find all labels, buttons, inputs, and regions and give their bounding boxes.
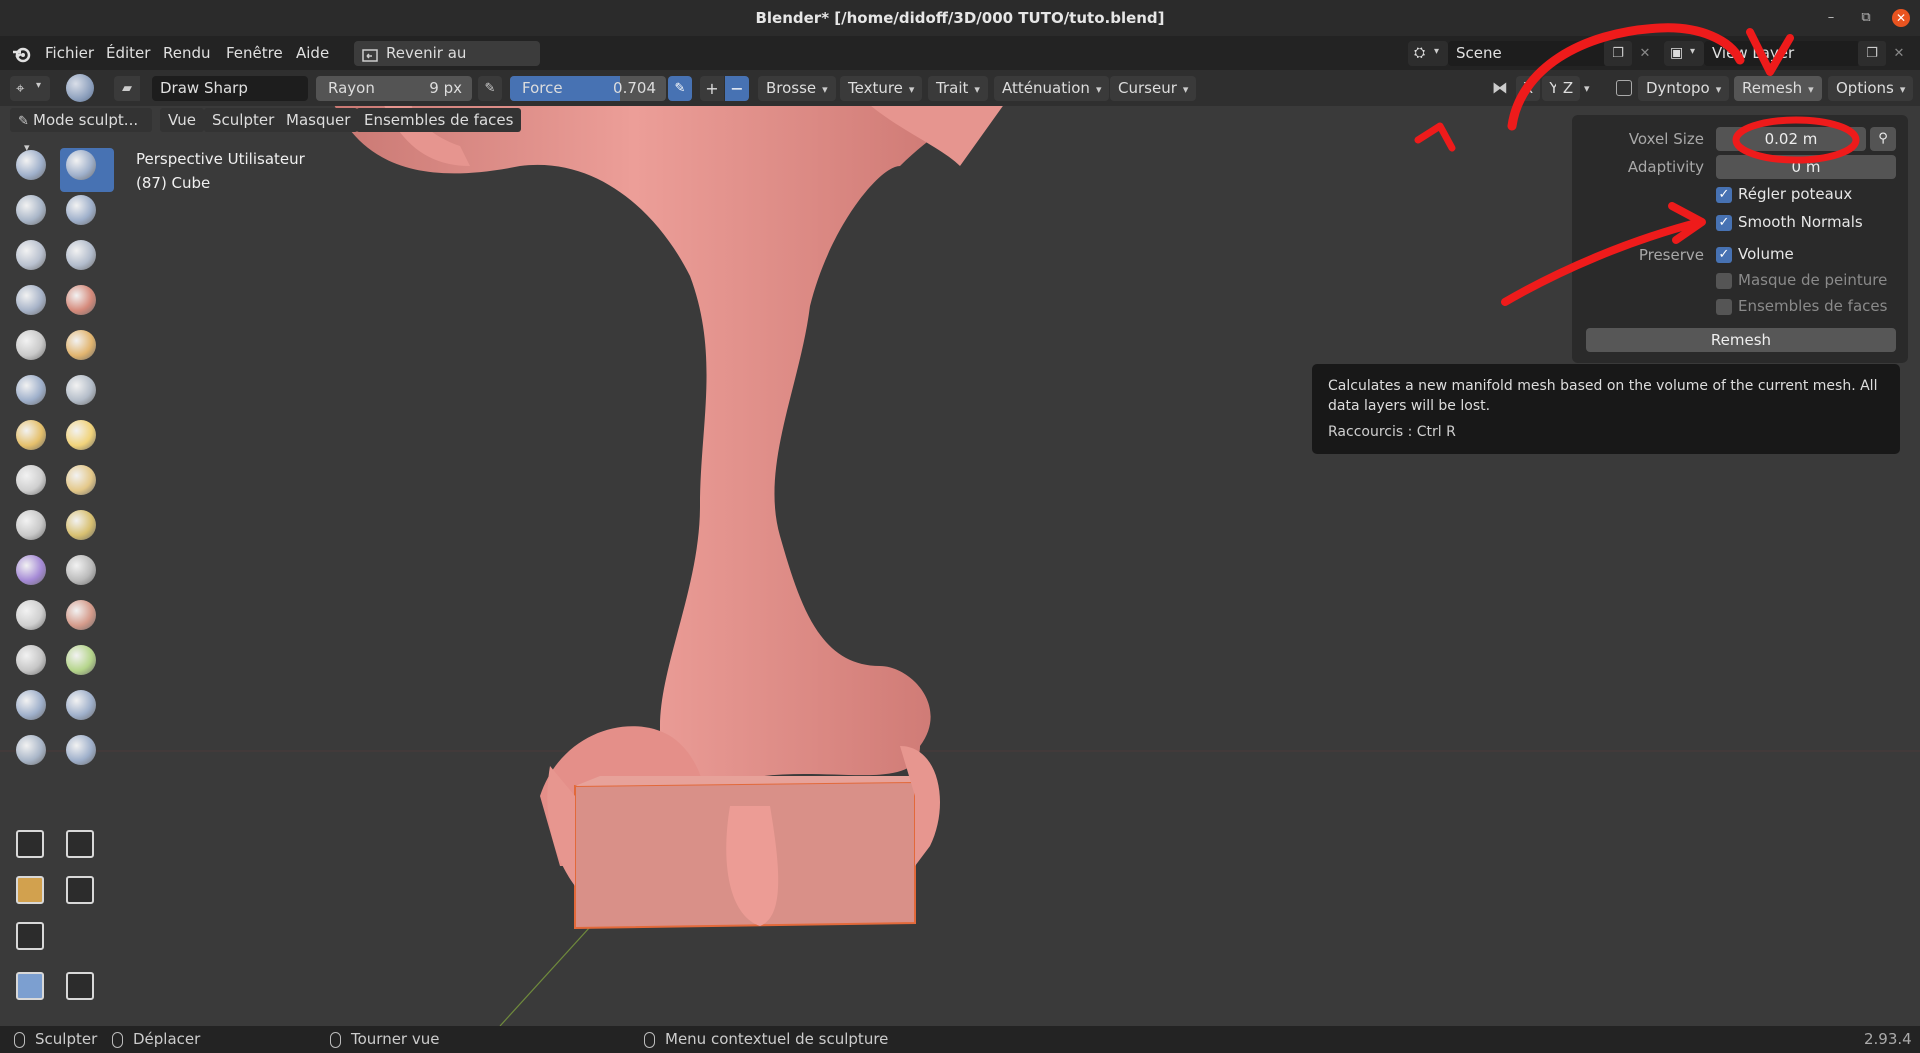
status-rotate-view: Tourner vue [351, 1030, 440, 1048]
status-context-menu: Menu contextuel de sculpture [665, 1030, 889, 1048]
status-rotate: Tourner vue [330, 1026, 439, 1053]
status-bar [0, 1026, 1920, 1053]
version-label: 2.93.4 [1864, 1030, 1912, 1048]
mouse-left-icon [14, 1031, 25, 1048]
status-move: Déplacer [133, 1030, 201, 1048]
status-left-click: Sculpter [14, 1026, 97, 1053]
annotation-overlay [1414, 23, 1860, 306]
status-middle-click: Déplacer [112, 1026, 200, 1053]
mouse-middle-icon [330, 1031, 341, 1048]
status-right-click: Menu contextuel de sculpture [644, 1026, 888, 1053]
status-sculpt: Sculpter [35, 1030, 98, 1048]
mouse-middle-icon [112, 1031, 123, 1048]
annotation-strokes [1414, 23, 1860, 306]
mouse-right-icon [644, 1031, 655, 1048]
